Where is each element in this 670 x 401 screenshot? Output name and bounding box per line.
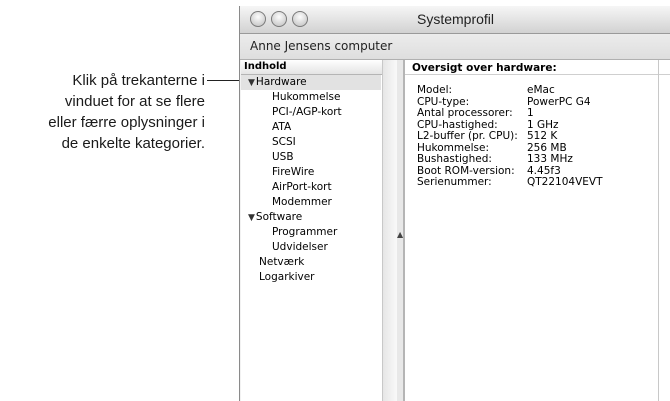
- contents-header[interactable]: Indhold: [241, 60, 397, 75]
- info-row-processors: Antal processorer: 1: [417, 107, 603, 120]
- callout-text: Klik på trekanterne i vinduet for at se …: [0, 70, 205, 154]
- hardware-overview-table: Model: eMac CPU-type: PowerPC G4 Antal pro…: [417, 84, 603, 189]
- title-bar[interactable]: Systemprofil: [240, 6, 670, 34]
- info-value: QT22104VEVT: [527, 176, 603, 188]
- disclosure-triangle-icon[interactable]: ▼: [248, 78, 255, 88]
- tree-item-pci-agp[interactable]: PCI-/AGP-kort: [272, 105, 342, 120]
- tree-item-modemmer[interactable]: Modemmer: [272, 195, 332, 210]
- tree-item-label: Software: [255, 211, 303, 223]
- contents-pane: Indhold ▼Hardware Hukommelse PCI-/AGP-ko…: [241, 60, 398, 401]
- info-row-serial: Serienummer: QT22104VEVT: [417, 176, 603, 189]
- info-value: eMac: [527, 84, 555, 96]
- info-row-model: Model: eMac: [417, 84, 603, 97]
- tree-item-hukommelse[interactable]: Hukommelse: [272, 90, 340, 105]
- info-label: Bushastighed:: [417, 153, 492, 165]
- tree-item-ata[interactable]: ATA: [272, 120, 291, 135]
- info-row-l2-cache: L2-buffer (pr. CPU): 512 K: [417, 130, 603, 143]
- pane-splitter[interactable]: ▲: [397, 60, 404, 401]
- info-value: PowerPC G4: [527, 95, 591, 108]
- detail-title: Oversigt over hardware:: [412, 62, 557, 74]
- computer-name: Anne Jensens computer: [250, 39, 393, 53]
- callout-line-1: Klik på trekanterne i: [72, 72, 205, 89]
- tree-item-logarkiver[interactable]: Logarkiver: [259, 270, 315, 285]
- tree-item-label: Hardware: [255, 76, 307, 88]
- info-value: 512 K: [527, 130, 558, 142]
- callout-pointer-line: [207, 80, 240, 81]
- callout-line-4: de enkelte kategorier.: [61, 135, 205, 152]
- detail-pane: Oversigt over hardware: Model: eMac CPU-t…: [404, 60, 670, 401]
- disclosure-triangle-icon[interactable]: ▼: [248, 213, 255, 223]
- system-profiler-window: Systemprofil Anne Jensens computer Indho…: [239, 6, 670, 401]
- tree-item-hardware[interactable]: ▼Hardware: [248, 75, 307, 91]
- tree-item-scsi[interactable]: SCSI: [272, 135, 296, 150]
- info-value: 133 MHz: [527, 153, 573, 165]
- tree-item-airport[interactable]: AirPort-kort: [272, 180, 332, 195]
- tree-item-software[interactable]: ▼Software: [248, 210, 302, 226]
- tree-item-firewire[interactable]: FireWire: [272, 165, 314, 180]
- toolbar: Anne Jensens computer: [240, 34, 670, 60]
- info-label: L2-buffer (pr. CPU):: [417, 130, 518, 142]
- info-row-bus-speed: Bushastighed: 133 MHz: [417, 153, 603, 166]
- info-label: Serienummer:: [417, 176, 492, 188]
- info-value: 1: [527, 107, 534, 119]
- info-label: Antal processorer:: [417, 107, 513, 119]
- callout-line-2: vinduet for at se flere: [64, 93, 205, 110]
- detail-divider: [405, 74, 670, 75]
- tree-item-programmer[interactable]: Programmer: [272, 225, 337, 240]
- info-label: Model:: [417, 84, 453, 96]
- callout-line-3: eller færre oplysninger i: [48, 114, 205, 131]
- tree-item-netvaerk[interactable]: Netværk: [259, 255, 304, 270]
- detail-scrollbar-edge[interactable]: [658, 60, 659, 401]
- splitter-arrow-icon: ▲: [397, 230, 404, 239]
- tree-item-udvidelser[interactable]: Udvidelser: [272, 240, 328, 255]
- window-title: Systemprofil: [416, 11, 495, 27]
- tree-item-usb[interactable]: USB: [272, 150, 294, 165]
- contents-scrollbar[interactable]: [382, 60, 397, 401]
